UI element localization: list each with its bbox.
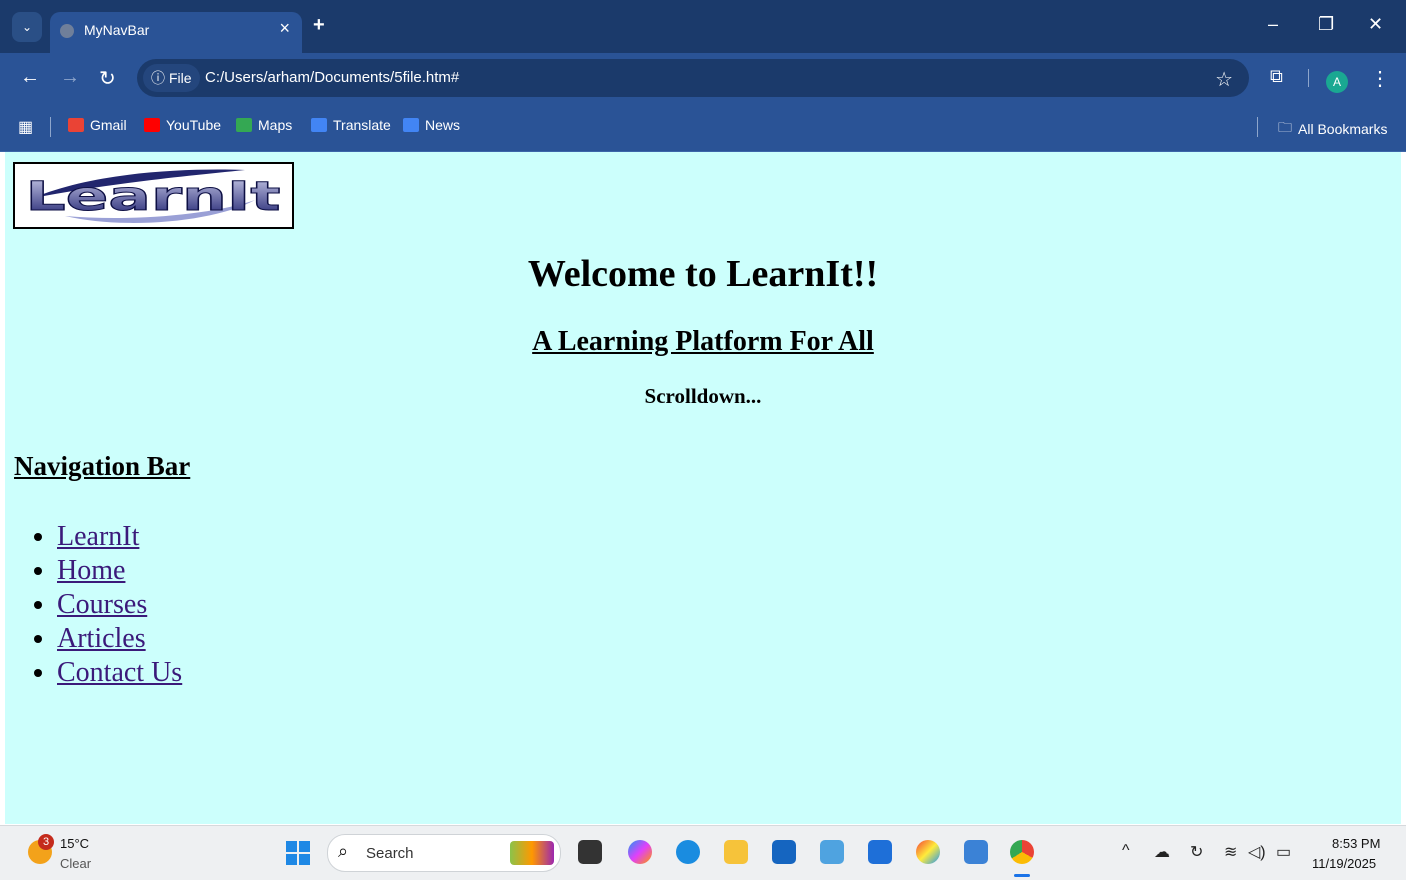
page-tagline: A Learning Platform For All [532,326,874,357]
folder-icon: 🗀 [1278,119,1292,135]
learnit-logo: LearnIt [13,162,294,229]
close-window-icon[interactable]: ✕ [1368,14,1383,35]
back-arrow-icon[interactable]: ← [20,66,40,89]
forward-arrow-icon[interactable]: → [60,66,80,89]
maps-icon [236,118,252,132]
battery-icon[interactable]: ▭ [1276,842,1291,862]
reload-icon[interactable]: ↻ [99,66,116,91]
site-info-chip[interactable]: ⓘ File [143,64,200,92]
bookmark-label: YouTube [166,117,222,133]
task-view-icon[interactable] [578,840,602,864]
paint-icon[interactable] [916,840,940,864]
youtube-icon [144,118,160,132]
photos-icon[interactable] [964,840,988,864]
news-icon [403,118,419,132]
menu-kebab-icon[interactable]: ⋮ [1370,66,1390,91]
bookmarks-bar: ▦ Gmail YouTube Maps Translate News 🗀 Al… [0,103,1406,152]
browser-tab-strip: ⌄ MyNavBar × + – ❐ ✕ [0,0,1406,53]
bookmark-youtube[interactable]: YouTube [144,117,221,133]
logo-image: LearnIt [25,169,281,223]
bookmark-translate[interactable]: Translate [311,117,391,133]
taskbar-search[interactable]: ⌕ Search [327,834,561,872]
copilot-icon[interactable] [628,840,652,864]
wifi-icon[interactable]: ≋ [1224,842,1237,862]
gmail-icon [68,118,84,132]
info-icon: ⓘ [151,70,165,86]
bookmarks-divider [50,117,51,137]
file-label: File [169,70,192,86]
bookmark-gmail[interactable]: Gmail [68,117,127,133]
browser-toolbar: ← → ↻ ⓘ File C:/Users/arham/Documents/5f… [0,53,1406,103]
bookmark-news[interactable]: News [403,117,460,133]
notepad-icon[interactable] [820,840,844,864]
store-icon[interactable] [772,840,796,864]
nav-list: LearnIt Home Courses Articles Contact Us [57,520,182,690]
search-icon: ⌕ [338,841,349,861]
toolbar-divider [1308,69,1309,87]
chrome-icon[interactable] [1010,840,1034,864]
active-app-indicator [1014,874,1030,877]
nav-link-articles[interactable]: Articles [57,623,146,654]
all-bookmarks-label: All Bookmarks [1298,121,1388,137]
scroll-hint: Scrolldown... [644,384,762,408]
extensions-icon[interactable]: ⧉ [1270,66,1283,87]
bookmark-maps[interactable]: Maps [236,117,292,133]
list-item: Articles [57,622,182,656]
windows-taskbar: 3 15°C Clear ⌕ Search ^ ☁ ↻ ≋ ◁) ▭ 8:53 … [0,825,1406,880]
tab-search-button[interactable]: ⌄ [12,12,42,42]
bookmarks-divider [1257,117,1258,137]
chevron-down-icon: ⌄ [21,20,33,34]
profile-avatar[interactable]: A [1326,71,1348,93]
clock-date[interactable]: 11/19/2025 [1312,856,1376,871]
bookmark-star-icon[interactable]: ☆ [1215,67,1233,92]
search-highlight-icon [510,841,554,865]
url-text[interactable]: C:/Users/arham/Documents/5file.htm# [205,69,459,86]
nav-link-learnit[interactable]: LearnIt [57,521,139,552]
chevron-up-icon[interactable]: ^ [1122,842,1130,860]
address-bar[interactable]: ⓘ File C:/Users/arham/Documents/5file.ht… [137,59,1249,97]
globe-icon [60,24,74,38]
bookmark-label: News [425,117,461,133]
volume-icon[interactable]: ◁) [1248,842,1266,862]
edge-icon[interactable] [676,840,700,864]
windows-start-icon[interactable] [286,841,310,865]
weather-badge: 3 [38,834,54,850]
translate-icon [311,118,327,132]
weather-condition[interactable]: Clear [60,856,91,871]
search-label: Search [366,845,414,862]
file-explorer-icon[interactable] [724,840,748,864]
list-item: LearnIt [57,520,182,554]
logo-text: LearnIt [26,174,281,220]
page-viewport: LearnIt Welcome to LearnIt!! A Learning … [5,152,1401,824]
weather-temperature[interactable]: 15°C [60,836,89,851]
nav-link-contact-us[interactable]: Contact Us [57,657,182,688]
list-item: Courses [57,588,182,622]
clock-time[interactable]: 8:53 PM [1332,836,1380,851]
list-item: Home [57,554,182,588]
tab-close-icon[interactable]: × [279,18,290,39]
page-title: Welcome to LearnIt!! [527,253,879,295]
minimize-icon[interactable]: – [1268,14,1278,35]
sync-icon[interactable]: ↻ [1190,842,1203,862]
new-tab-button[interactable]: + [313,14,325,37]
restore-icon[interactable]: ❐ [1318,14,1334,35]
list-item: Contact Us [57,656,182,690]
nav-heading: Navigation Bar [14,451,191,481]
apps-grid-icon[interactable]: ▦ [18,117,33,137]
tab-mynavbar[interactable]: MyNavBar × [50,12,302,53]
nav-link-courses[interactable]: Courses [57,589,147,620]
word-document-icon[interactable] [868,840,892,864]
all-bookmarks-button[interactable]: 🗀 All Bookmarks [1278,117,1387,141]
bookmark-label: Translate [333,117,391,133]
tab-title: MyNavBar [84,22,150,38]
nav-link-home[interactable]: Home [57,555,125,586]
bookmark-label: Gmail [90,117,127,133]
bookmark-label: Maps [258,117,293,133]
cloud-off-icon[interactable]: ☁ [1154,842,1170,862]
